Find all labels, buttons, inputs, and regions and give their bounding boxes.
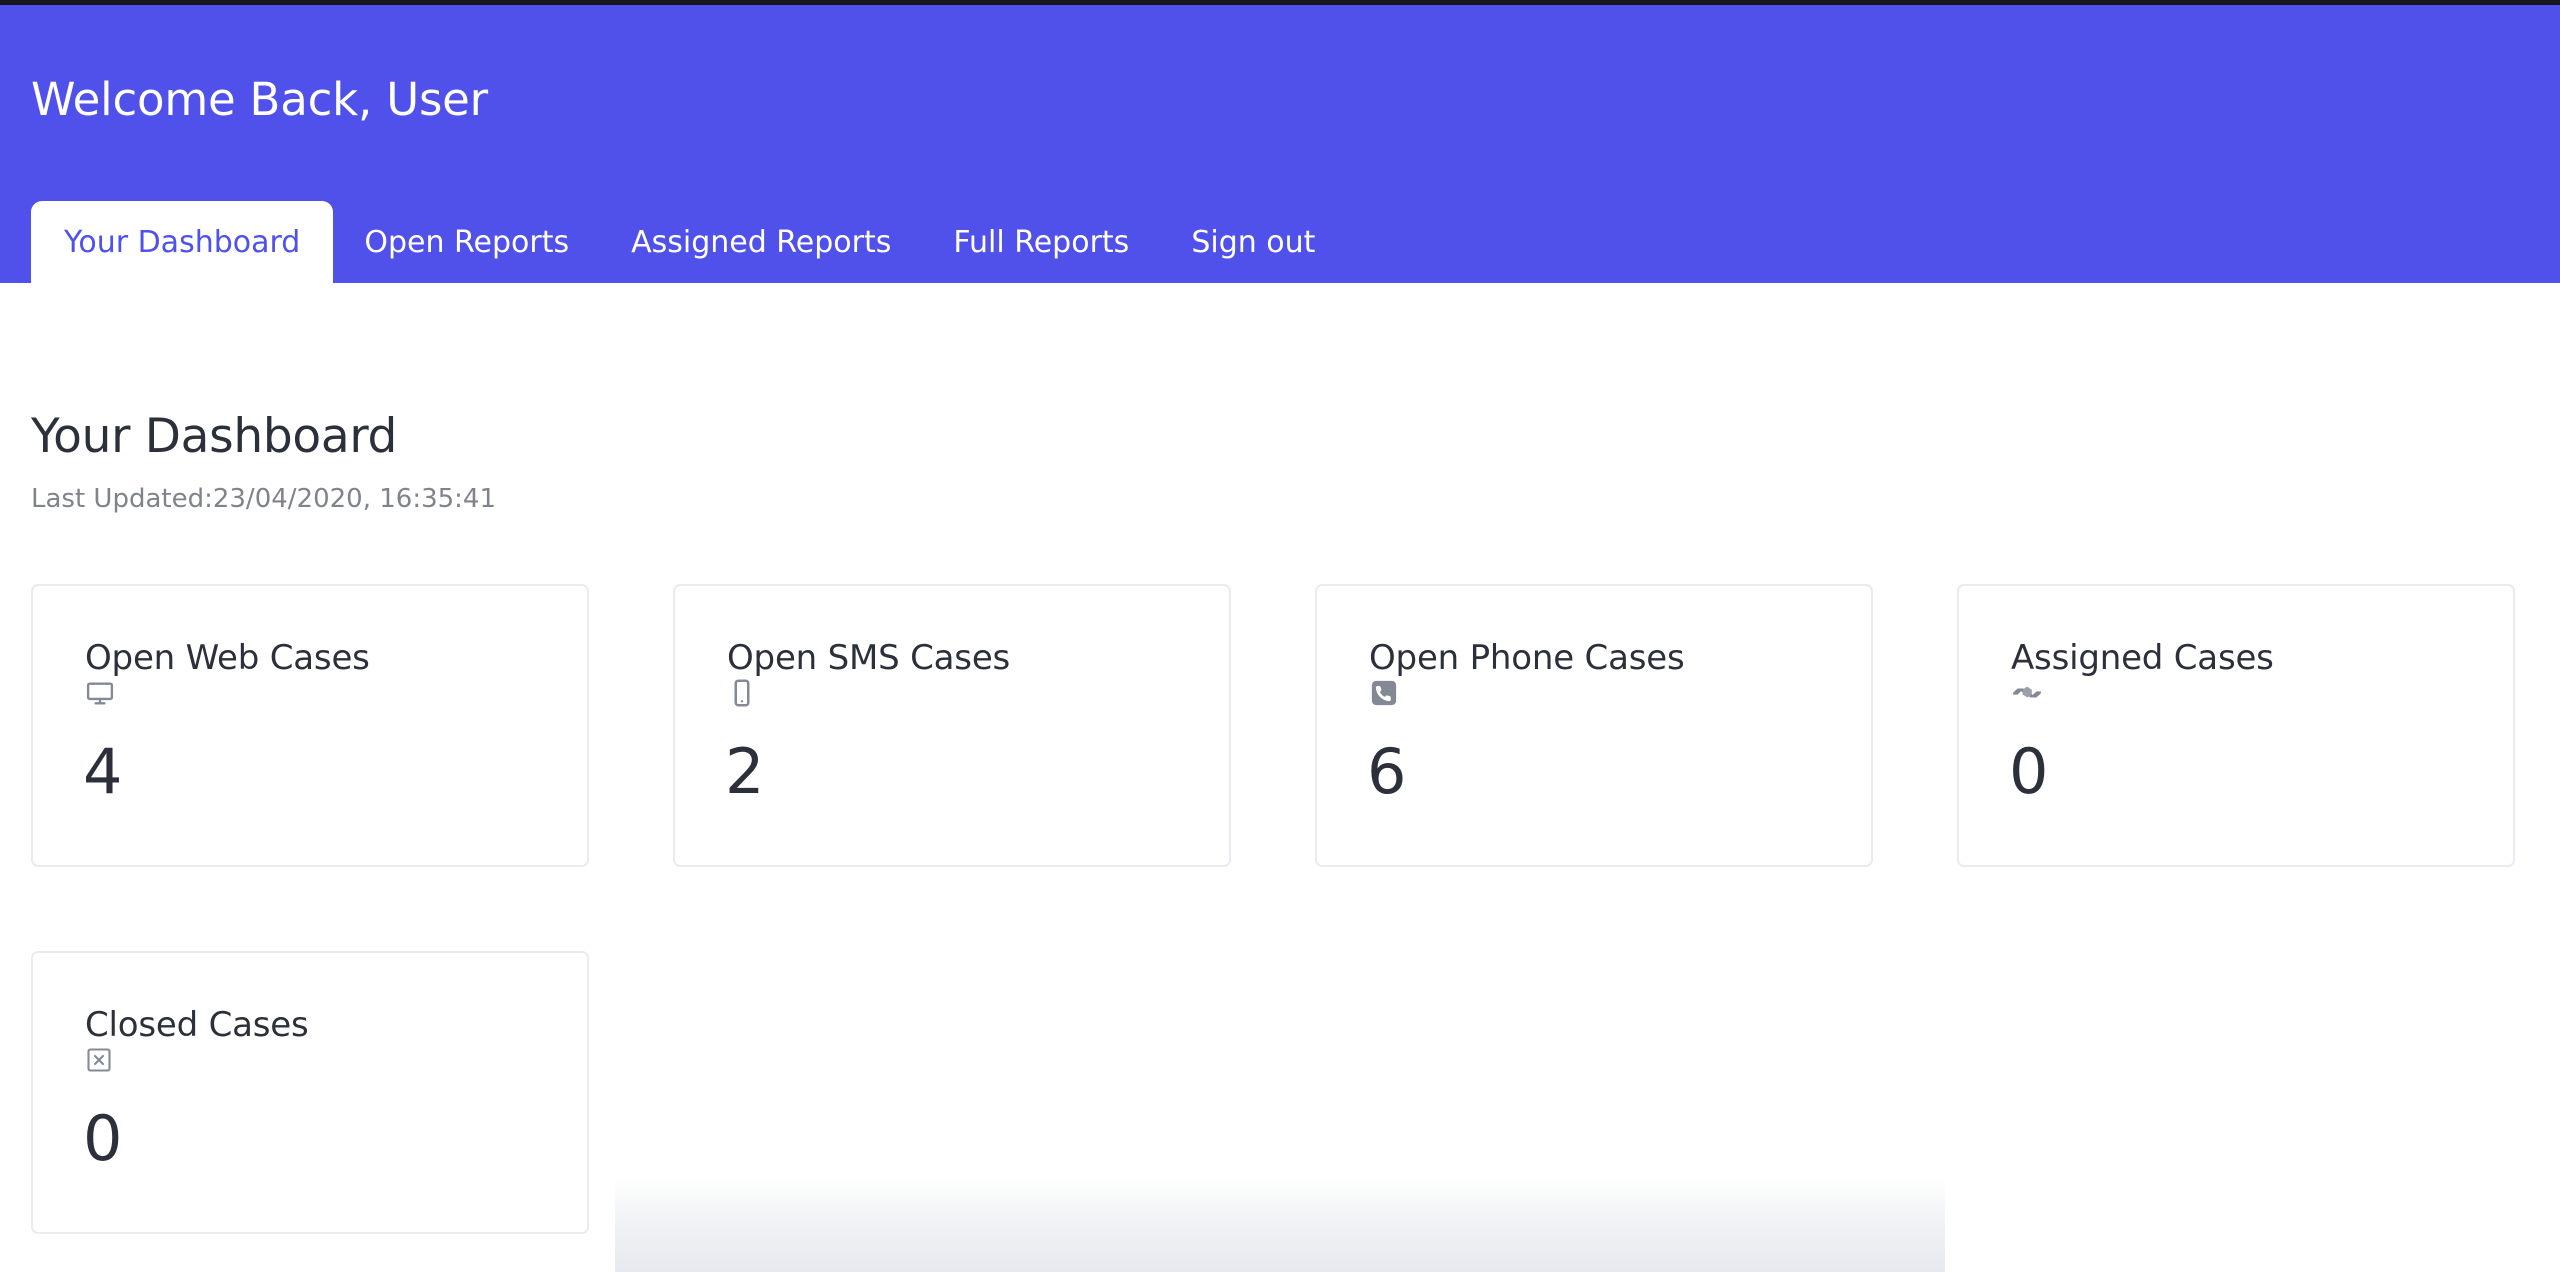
stat-card-assigned-cases[interactable]: Assigned Cases 0	[1957, 584, 2515, 867]
mobile-phone-icon	[727, 676, 761, 710]
page-title: Your Dashboard	[31, 409, 398, 464]
nav-tab-label: Your Dashboard	[64, 224, 301, 260]
handshake-icon	[2011, 676, 2045, 710]
nav-tab-label: Assigned Reports	[631, 224, 892, 260]
stat-card-closed-cases[interactable]: Closed Cases 0	[31, 951, 589, 1234]
stat-card-title: Open SMS Cases	[727, 638, 1011, 678]
stat-card-title: Open Web Cases	[85, 638, 370, 678]
stat-card-grid: Open Web Cases 4 Open SMS Cases 2 Open P…	[31, 584, 2531, 1234]
stat-card-open-phone-cases[interactable]: Open Phone Cases 6	[1315, 584, 1873, 867]
nav-tab-your-dashboard[interactable]: Your Dashboard	[31, 201, 334, 283]
nav-tab-open-reports[interactable]: Open Reports	[333, 201, 600, 283]
app-header: Welcome Back, User Your Dashboard Open R…	[0, 5, 2560, 283]
nav-tab-label: Full Reports	[953, 224, 1130, 260]
desktop-monitor-icon	[85, 676, 119, 710]
stat-card-value: 0	[2009, 735, 2049, 808]
stat-card-value: 0	[83, 1102, 123, 1175]
stat-card-title: Closed Cases	[85, 1005, 309, 1045]
stat-card-title: Open Phone Cases	[1369, 638, 1685, 678]
telephone-receiver-icon	[1369, 676, 1403, 710]
main-content: Your Dashboard Last Updated:23/04/2020, …	[0, 283, 2560, 1272]
nav-tab-sign-out[interactable]: Sign out	[1160, 201, 1346, 283]
stat-card-value: 2	[725, 735, 765, 808]
stat-card-title: Assigned Cases	[2011, 638, 2274, 678]
last-updated-text: Last Updated:23/04/2020, 16:35:41	[31, 484, 497, 514]
nav-tab-full-reports[interactable]: Full Reports	[922, 201, 1160, 283]
stat-card-value: 6	[1367, 735, 1407, 808]
dashboard-page: Welcome Back, User Your Dashboard Open R…	[0, 0, 2560, 1272]
welcome-heading: Welcome Back, User	[31, 73, 488, 126]
nav-tab-label: Open Reports	[364, 224, 570, 260]
stat-card-open-sms-cases[interactable]: Open SMS Cases 2	[673, 584, 1231, 867]
primary-navigation: Your Dashboard Open Reports Assigned Rep…	[31, 201, 1346, 283]
nav-tab-label: Sign out	[1191, 224, 1316, 260]
stat-card-open-web-cases[interactable]: Open Web Cases 4	[31, 584, 589, 867]
cross-mark-box-icon	[85, 1043, 119, 1077]
nav-tab-assigned-reports[interactable]: Assigned Reports	[600, 201, 922, 283]
stat-card-value: 4	[83, 735, 123, 808]
